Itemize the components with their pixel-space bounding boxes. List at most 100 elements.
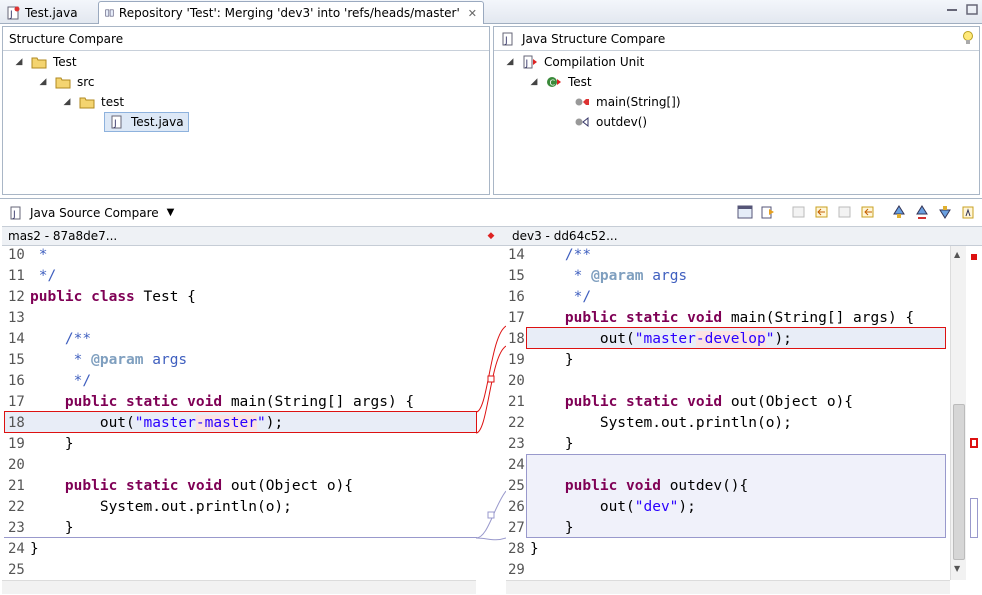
left-side-header: mas2 - 87a8de7... [2, 226, 476, 246]
svg-text:J: J [504, 36, 508, 46]
scroll-up-icon[interactable]: ▲ [954, 250, 960, 259]
copy-left-icon[interactable] [760, 204, 776, 220]
code-line: 22 System.out.println(o); [508, 415, 792, 431]
editor-tab-bar: J Test.java Repository 'Test': Merging '… [0, 0, 982, 24]
maximize-icon[interactable] [964, 2, 980, 18]
next-change-icon[interactable] [937, 204, 953, 220]
code-line: 14 /** [8, 331, 92, 347]
lightbulb-icon[interactable] [961, 30, 975, 46]
left-code-pane[interactable]: 10 * 11 */ 12 public class Test { 13 14 /… [8, 245, 474, 581]
tab-label: Repository 'Test': Merging 'dev3' into '… [118, 6, 460, 20]
code-line: 24 [508, 457, 525, 473]
dropdown-arrow-icon[interactable]: ▼ [167, 207, 175, 218]
tab-label: Test.java [25, 5, 78, 20]
added-line: 25 public void outdev(){ [508, 478, 749, 494]
right-vertical-scrollbar[interactable]: ▲ ▼ [950, 246, 966, 580]
java-structure-icon: J [502, 32, 513, 46]
code-line: 23 } [8, 520, 74, 536]
code-text: public class Test { [30, 289, 196, 305]
expand-icon[interactable]: ◢ [504, 57, 516, 67]
code-line: 20 [8, 457, 25, 473]
code-line: 21 public static void out(Object o){ [8, 478, 354, 494]
scroll-down-icon[interactable]: ▼ [954, 564, 960, 573]
source-compare-title: Java Source Compare [30, 205, 159, 220]
code-line: 17 public static void main(String[] args… [8, 394, 415, 410]
close-icon[interactable]: ✕ [468, 7, 477, 20]
code-line: 29 [508, 562, 525, 578]
code-line: 10 * [8, 247, 48, 263]
layout-icon[interactable] [737, 204, 753, 220]
expand-icon[interactable]: ◢ [61, 97, 73, 107]
previous-change-icon[interactable] [960, 204, 976, 220]
compare-icon [105, 9, 114, 17]
tree-item-test-package[interactable]: ◢ test [61, 92, 125, 112]
method-icon [575, 116, 589, 128]
right-code-pane[interactable]: 14 /** 15 * @param args 16 */ 17 public … [508, 245, 948, 581]
java-file-icon: J [10, 206, 21, 220]
tree-item-src[interactable]: ◢ src [37, 72, 95, 92]
folder-icon [79, 97, 95, 109]
expand-icon[interactable]: ◢ [528, 77, 540, 87]
added-line: 26 out("dev"); [508, 499, 696, 515]
code-line: 17 public static void main(String[] args… [508, 310, 915, 326]
diff-connector [476, 325, 506, 541]
panel-header: J Java Structure Compare [494, 27, 979, 51]
right-side-header: dev3 - dd64c52... [506, 226, 982, 246]
tree-item-main-method[interactable]: main(String[]) [574, 92, 681, 112]
class-icon: C [547, 77, 561, 88]
java-structure-compare-panel: J Java Structure Compare ◢ J Compilation… [493, 26, 980, 195]
tree-item-test[interactable]: ◢ Test [13, 52, 77, 72]
code-line: 15 * @param args [508, 268, 688, 284]
java-file-icon: J [111, 115, 122, 129]
code-line: 15 * @param args [8, 352, 188, 368]
copy-to-left-icon[interactable] [814, 204, 830, 220]
expand-icon[interactable]: ◢ [37, 77, 49, 87]
code-line: 22 System.out.println(o); [8, 499, 292, 515]
next-difference-icon[interactable] [891, 204, 907, 220]
structure-compare-panel: Structure Compare ◢ Test ◢ src ◢ test J … [2, 26, 490, 195]
svg-text:J: J [113, 119, 117, 129]
tab-test-java[interactable]: J Test.java [0, 1, 94, 24]
copy-all-disabled-icon[interactable] [791, 204, 807, 220]
code-line: 13 [8, 310, 25, 326]
code-line: 21 public static void out(Object o){ [508, 394, 854, 410]
tree-item-outdev-method[interactable]: outdev() [574, 112, 647, 132]
conflict-marker-icon: ◆ [487, 231, 495, 241]
addition-region-marker[interactable] [970, 498, 978, 538]
left-horizontal-scrollbar[interactable] [2, 580, 476, 594]
overview-ruler[interactable] [966, 246, 982, 580]
tree-item-test-class[interactable]: ◢ C Test [528, 72, 592, 92]
code-line: 14 /** [508, 247, 592, 263]
code-line: 19 } [508, 352, 574, 368]
code-line: 28} [508, 541, 539, 557]
scroll-thumb[interactable] [953, 404, 965, 560]
code-line: 25 [8, 562, 25, 578]
center-header: ◆ [476, 226, 506, 246]
conflict-region-marker[interactable] [970, 438, 978, 448]
added-line: 27 } [508, 520, 574, 536]
folder-icon [55, 77, 71, 89]
panel-title: Java Structure Compare [522, 31, 666, 46]
code-line: 16 */ [508, 289, 592, 305]
code-line: 11 */ [8, 268, 57, 284]
svg-text:J: J [12, 210, 16, 220]
tab-merge-editor[interactable]: Repository 'Test': Merging 'dev3' into '… [98, 1, 484, 24]
previous-difference-icon[interactable] [914, 204, 930, 220]
conflict-marker-icon[interactable] [971, 254, 977, 260]
expand-icon[interactable]: ◢ [13, 57, 25, 67]
svg-text:C: C [550, 79, 556, 88]
panel-title: Structure Compare [3, 27, 489, 51]
code-line: 24} [8, 541, 39, 557]
copy-from-right-icon[interactable] [860, 204, 876, 220]
tree-item-test-java[interactable]: J Test.java [104, 112, 189, 132]
svg-text:J: J [9, 10, 13, 20]
code-line: 19 } [8, 436, 74, 452]
code-line: 23 } [508, 436, 574, 452]
minimize-icon[interactable] [944, 2, 960, 18]
svg-text:J: J [525, 59, 529, 69]
copy-to-right-disabled-icon[interactable] [837, 204, 853, 220]
right-horizontal-scrollbar[interactable] [506, 580, 950, 594]
tree-item-compilation-unit[interactable]: ◢ J Compilation Unit [504, 52, 645, 72]
code-line: 16 */ [8, 373, 92, 389]
conflict-line: 18 out("master-develop"); [508, 331, 792, 347]
